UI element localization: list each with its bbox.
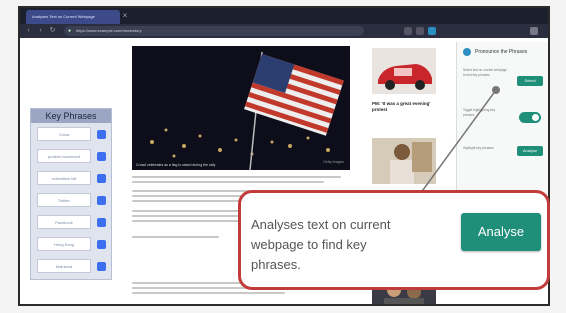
callout-description: Analyses text on current webpage to find… (251, 217, 391, 272)
feature-callout: Analyses text on current webpage to find… (238, 190, 550, 290)
analyse-button[interactable]: Analyse (461, 213, 541, 251)
